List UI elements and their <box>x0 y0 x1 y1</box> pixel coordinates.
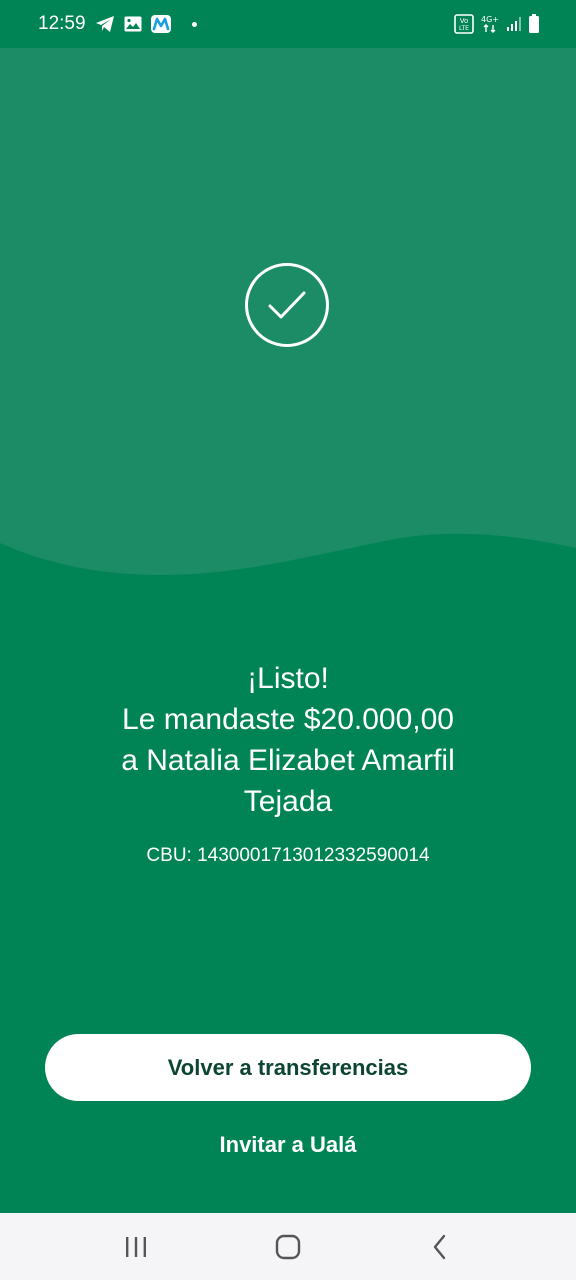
recipient-line-2: Tejada <box>243 785 333 818</box>
system-nav-bar <box>0 1213 576 1280</box>
success-title: ¡Listo! <box>247 662 329 695</box>
status-bar: 12:59 Vo LTE 4G+ <box>0 0 576 48</box>
check-circle-icon <box>245 263 329 347</box>
telegram-icon <box>95 15 115 33</box>
success-message: ¡Listo! Le mandaste $20.000,00 a Natalia… <box>0 658 576 822</box>
svg-text:LTE: LTE <box>459 25 469 32</box>
status-bar-left: 12:59 <box>38 13 197 35</box>
signal-icon <box>506 16 522 32</box>
recipient-line: a Natalia Elizabet Amarfil <box>121 744 455 777</box>
battery-icon <box>528 14 540 34</box>
4g-icon: 4G+ <box>480 14 500 34</box>
movistar-icon <box>150 15 171 33</box>
svg-text:Vo: Vo <box>460 17 469 25</box>
notification-dot <box>191 21 197 27</box>
gallery-icon <box>124 16 142 32</box>
cbu-text: CBU: 1430001713012332590014 <box>146 845 430 866</box>
back-icon[interactable] <box>410 1222 470 1272</box>
status-bar-right: Vo LTE 4G+ <box>454 14 540 34</box>
home-icon[interactable] <box>258 1222 318 1272</box>
back-to-transfers-button[interactable]: Volver a transferencias <box>45 1034 531 1101</box>
svg-text:4G+: 4G+ <box>481 15 499 24</box>
recents-icon[interactable] <box>106 1222 166 1272</box>
clock: 12:59 <box>38 13 86 34</box>
invite-uala-link[interactable]: Invitar a Ualá <box>0 1132 576 1162</box>
volte-icon: Vo LTE <box>454 14 474 34</box>
amount-line: Le mandaste $20.000,00 <box>122 703 454 736</box>
